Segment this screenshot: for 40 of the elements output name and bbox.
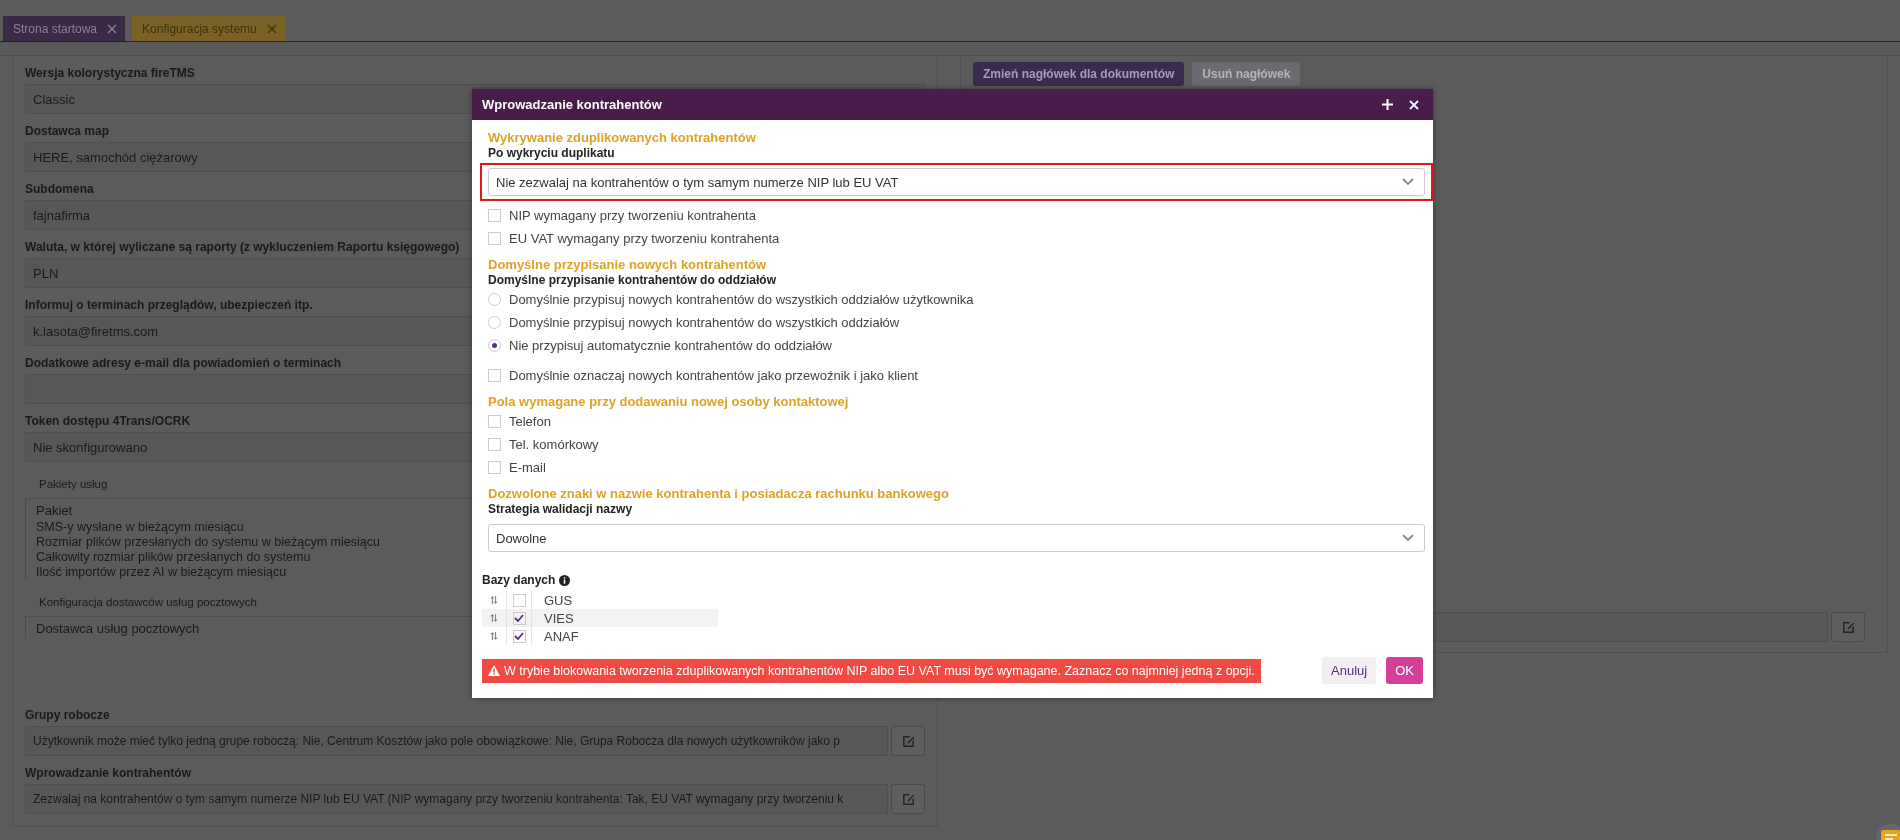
field-label: Bazy danych [482,573,556,587]
setting-label: Subdomena [25,181,94,198]
table-header: Dostawca usług pocztowych [36,621,200,636]
table-cell-text: VIES [543,610,574,626]
section-legend: Konfiguracja dostawców usług pocztowych [39,596,257,608]
setting-label: Grupy robocze [25,707,110,724]
section-heading: Domyślne przypisanie nowych kontrahentów [488,257,768,272]
setting-label: Wprowadzanie kontrahentów [25,765,191,782]
table-header: Pakiet [36,503,73,518]
table-cell: Całkowity rozmiar plików przesłanych do systemu [36,550,311,564]
table-cell: Ilość importów przez AI w bieżącym miesiącu [36,565,287,579]
setting-label: Waluta, w której wyliczane są raporty (z wykluczeniem Raportu księgowego) [25,239,460,256]
checkbox-label: EU VAT wymagany przy tworzeniu kontrahenta [509,230,780,246]
checkbox-label: Domyślnie oznaczaj nowych kontrahentów jako przewoźnik i jako klient [509,367,918,383]
setting-label: Informuj o terminach przeglądów, ubezpieczeń itp. [25,297,313,314]
radio-label: Domyślnie przypisuj nowych kontrahentów do wszystkich oddziałów użytkownika [509,291,974,307]
dialog-title: Wprowadzanie kontrahentów [482,97,663,112]
radio-label: Nie przypisuj automatycznie kontrahentów do oddziałów [509,337,832,353]
checkbox-label: Telefon [509,413,551,429]
table-cell-text: GUS [543,592,573,608]
radio-label: Domyślnie przypisuj nowych kontrahentów do wszystkich oddziałów [509,314,900,330]
section-heading: Wykrywanie zduplikowanych kontrahentów [488,130,757,145]
setting-label: Token dostępu 4Trans/OCRK [25,413,191,430]
section-heading: Dozwolone znaki w nazwie kontrahenta i posiadacza rachunku bankowego [488,486,950,501]
field-label: Strategia walidacji nazwy [488,502,634,516]
checkbox-label: NIP wymagany przy tworzeniu kontrahenta [509,207,756,223]
checkbox-label: E-mail [509,459,546,475]
setting-label: Wersja kolorystyczna fireTMS [25,65,195,82]
setting-field: Użytkownik może mieć tylko jedną grupe roboczą: Nie, Centrum Kosztów jako pole obowiązkowe: Nie, Grupa Robocza dla nowych użytkowników jako p [25,726,888,756]
setting-label: Dodatkowe adresy e-mail dla powiadomień o terminach [25,355,342,372]
error-text: W trybie blokowania tworzenia zduplikowanych kontrahentów NIP albo EU VAT musi być wymagane. Zaznacz co najmniej jedną z opcji. [504,663,1255,678]
section-heading: Pola wymagane przy dodawaniu nowej osoby kontaktowej [488,394,850,409]
field-label: Po wykryciu duplikatu [488,146,616,160]
table-cell: SMS-y wysłane w bieżącym miesiącu [36,520,244,534]
setting-label: Dostawca map [25,123,110,140]
section-legend: Pakiety usług [39,478,108,490]
table-cell-text: ANAF [543,628,579,644]
table-cell: Rozmiar plików przesłanych do systemu w bieżącym miesiącu [36,535,380,549]
checkbox-label: Tel. komórkowy [509,436,599,452]
field-label: Domyślne przypisanie kontrahentów do oddziałów [488,273,778,287]
